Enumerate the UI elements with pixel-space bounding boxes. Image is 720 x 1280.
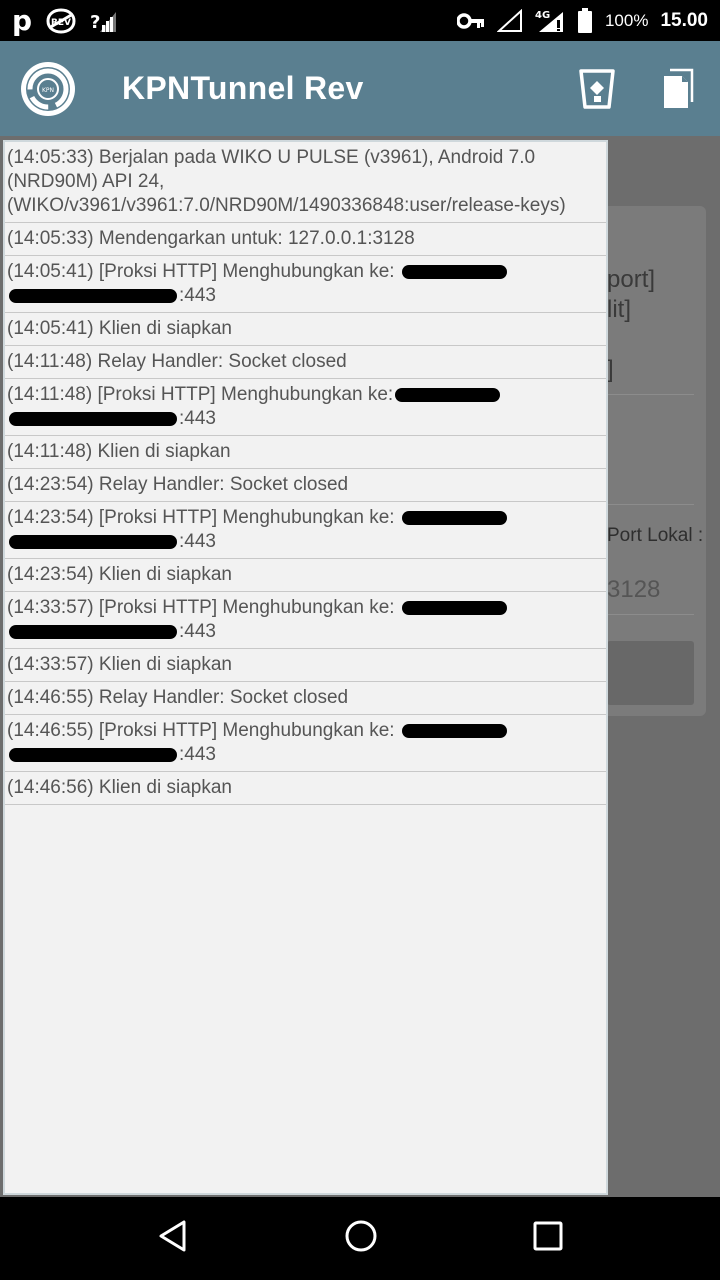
home-icon[interactable] bbox=[344, 1219, 378, 1258]
log-entry: (14:11:48) Klien di siapkan bbox=[5, 436, 606, 469]
log-entry: (14:05:41) Klien di siapkan bbox=[5, 313, 606, 346]
log-entry: (14:23:54) [Proksi HTTP] Menghubungkan k… bbox=[5, 502, 606, 559]
log-entry-text: (14:46:55) Relay Handler: Socket closed bbox=[7, 687, 349, 708]
log-entry: (14:46:56) Klien di siapkan bbox=[5, 772, 606, 805]
log-entry-text: (14:23:54) [Proksi HTTP] Menghubungkan k… bbox=[7, 507, 400, 528]
bg-text-bracket: ] bbox=[607, 356, 614, 383]
log-entry-text: (14:33:57) [Proksi HTTP] Menghubungkan k… bbox=[7, 597, 400, 618]
log-entry: (14:05:41) [Proksi HTTP] Menghubungkan k… bbox=[5, 256, 606, 313]
battery-icon bbox=[577, 7, 593, 34]
svg-text:4G: 4G bbox=[535, 10, 550, 21]
app-bar: KPN KPNTunnel Rev bbox=[0, 41, 720, 136]
log-entry-text: (14:05:33) Mendengarkan untuk: 127.0.0.1… bbox=[7, 228, 415, 249]
app-bar-actions bbox=[578, 68, 694, 110]
redacted-host bbox=[401, 264, 507, 279]
app-logo: KPN bbox=[20, 61, 76, 117]
battery-percent: 100% bbox=[604, 10, 649, 30]
log-entry-text: (14:05:41) [Proksi HTTP] Menghubungkan k… bbox=[7, 261, 400, 282]
redacted-host bbox=[9, 288, 177, 303]
clear-log-icon[interactable] bbox=[578, 68, 616, 110]
svg-text:?: ? bbox=[90, 12, 100, 33]
log-entry: (14:05:33) Mendengarkan untuk: 127.0.0.1… bbox=[5, 223, 606, 256]
log-entry-port: :443 bbox=[179, 621, 216, 642]
bg-text-lit: lit] bbox=[607, 296, 631, 323]
status-bar-right: 4G 100% 15.00 bbox=[456, 7, 708, 34]
log-panel[interactable]: (14:05:33) Berjalan pada WIKO U PULSE (v… bbox=[3, 140, 608, 1195]
log-entry: (14:33:57) Klien di siapkan bbox=[5, 649, 606, 682]
clock: 15.00 bbox=[660, 9, 708, 31]
log-entry-text: (14:11:48) Klien di siapkan bbox=[7, 441, 231, 462]
back-icon[interactable] bbox=[157, 1219, 189, 1258]
log-entry-text: (14:33:57) Klien di siapkan bbox=[7, 654, 232, 675]
log-entry-text: (14:23:54) Relay Handler: Socket closed bbox=[7, 474, 349, 495]
svg-text:KPN: KPN bbox=[42, 87, 54, 94]
log-entry-port: :443 bbox=[179, 531, 216, 552]
port-lokal-value: 3128 bbox=[607, 576, 661, 603]
log-entry-text: (14:46:55) [Proksi HTTP] Menghubungkan k… bbox=[7, 720, 400, 741]
rev-icon: REV bbox=[46, 7, 76, 34]
port-lokal-label: Port Lokal : bbox=[607, 525, 704, 546]
log-entry-text: (14:05:41) Klien di siapkan bbox=[7, 318, 232, 339]
no-signal-icon: ? bbox=[90, 8, 118, 34]
redacted-host bbox=[9, 624, 177, 639]
divider bbox=[607, 614, 694, 615]
recents-icon[interactable] bbox=[533, 1221, 563, 1256]
log-entry: (14:46:55) [Proksi HTTP] Menghubungkan k… bbox=[5, 715, 606, 772]
key-icon bbox=[456, 12, 485, 30]
log-entry: (14:23:54) Relay Handler: Socket closed bbox=[5, 469, 606, 502]
log-entry: (14:05:33) Berjalan pada WIKO U PULSE (v… bbox=[5, 142, 606, 223]
log-list: (14:05:33) Berjalan pada WIKO U PULSE (v… bbox=[5, 142, 606, 805]
divider bbox=[607, 504, 694, 505]
log-entry-port: :443 bbox=[179, 285, 216, 306]
log-entry-text: (14:46:56) Klien di siapkan bbox=[7, 777, 232, 798]
p-icon: p bbox=[12, 3, 33, 37]
log-entry: (14:11:48) Relay Handler: Socket closed bbox=[5, 346, 606, 379]
app-title: KPNTunnel Rev bbox=[122, 70, 364, 106]
log-entry-text: (14:11:48) [Proksi HTTP] Menghubungkan k… bbox=[7, 384, 394, 405]
divider bbox=[607, 394, 694, 395]
log-entry: (14:23:54) Klien di siapkan bbox=[5, 559, 606, 592]
signal-4g-icon: 4G bbox=[535, 8, 565, 34]
bg-text-port: port] bbox=[607, 266, 656, 293]
redacted-host bbox=[401, 510, 507, 525]
start-button bbox=[607, 641, 694, 705]
log-entry-port: :443 bbox=[179, 408, 216, 429]
redacted-host bbox=[9, 411, 177, 426]
status-bar-left: p REV ? bbox=[12, 3, 118, 37]
redacted-host bbox=[9, 534, 177, 549]
nav-bar bbox=[0, 1197, 720, 1280]
log-entry-text: (14:11:48) Relay Handler: Socket closed bbox=[7, 351, 347, 372]
copy-log-icon[interactable] bbox=[662, 68, 694, 110]
log-entry-text: (14:05:33) Berjalan pada WIKO U PULSE (v… bbox=[7, 147, 566, 216]
redacted-host bbox=[9, 747, 177, 762]
redacted-host bbox=[395, 387, 501, 402]
redacted-host bbox=[401, 723, 507, 738]
status-bar: p REV ? 4G 100% 15.00 bbox=[0, 0, 720, 41]
log-entry-text: (14:23:54) Klien di siapkan bbox=[7, 564, 232, 585]
log-entry-port: :443 bbox=[179, 744, 216, 765]
redacted-host bbox=[401, 600, 507, 615]
log-entry: (14:46:55) Relay Handler: Socket closed bbox=[5, 682, 606, 715]
svg-text:REV: REV bbox=[51, 18, 71, 28]
log-entry: (14:33:57) [Proksi HTTP] Menghubungkan k… bbox=[5, 592, 606, 649]
signal-icon bbox=[496, 8, 523, 33]
log-entry: (14:11:48) [Proksi HTTP] Menghubungkan k… bbox=[5, 379, 606, 436]
